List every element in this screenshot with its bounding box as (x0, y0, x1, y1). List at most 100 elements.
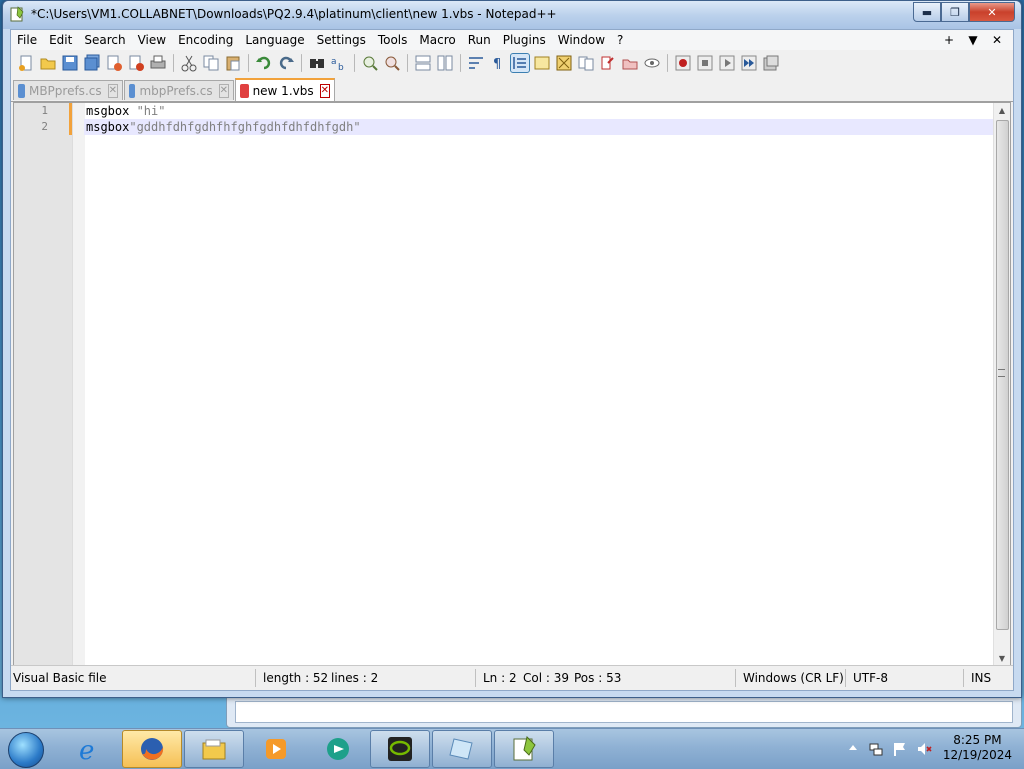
new-file-icon[interactable] (17, 54, 35, 72)
tab-close-icon[interactable]: ✕ (319, 83, 330, 98)
indent-guide-icon[interactable] (510, 53, 530, 73)
sync-horizontal-icon[interactable] (436, 54, 454, 72)
menu-encoding[interactable]: Encoding (172, 30, 239, 50)
show-hidden-icons-icon[interactable] (848, 743, 858, 753)
close-all-icon[interactable] (127, 54, 145, 72)
function-list-icon[interactable] (577, 54, 595, 72)
close-icon[interactable] (105, 54, 123, 72)
start-button[interactable] (4, 730, 48, 768)
cut-icon[interactable] (180, 54, 198, 72)
menu-macro[interactable]: Macro (413, 30, 461, 50)
tab-mbpprefs-cs-1[interactable]: MBPprefs.cs ✕ (13, 80, 123, 100)
run-macro-multiple-icon[interactable] (740, 54, 758, 72)
save-macro-icon[interactable] (762, 54, 780, 72)
find-icon[interactable] (308, 54, 326, 72)
menu-tools[interactable]: Tools (372, 30, 414, 50)
tab-close-icon[interactable]: ✕ (107, 83, 118, 98)
status-encoding[interactable]: UTF-8 (853, 666, 888, 690)
folder-workspace-icon[interactable] (599, 54, 617, 72)
doc-map-icon[interactable] (555, 54, 573, 72)
status-eol[interactable]: Windows (CR LF) (743, 666, 844, 690)
menu-language[interactable]: Language (239, 30, 310, 50)
redo-icon[interactable] (277, 54, 295, 72)
status-insert-mode[interactable]: INS (971, 666, 991, 690)
code-string: "hi" (129, 104, 166, 118)
open-file-icon[interactable] (39, 54, 57, 72)
close-window-button[interactable]: ✕ (969, 2, 1015, 22)
zoom-out-icon[interactable] (383, 54, 401, 72)
svg-text:b: b (338, 63, 344, 72)
menu-window[interactable]: Window (552, 30, 611, 50)
window-title: *C:\Users\VM1.COLLABNET\Downloads\PQ2.9.… (31, 7, 557, 21)
tab-close-icon[interactable]: ✕ (218, 83, 229, 98)
taskbar: e 8:25 PM 12/19/2024 (0, 728, 1024, 769)
taskbar-file-explorer[interactable] (184, 730, 244, 768)
taskbar-notepad[interactable] (432, 730, 492, 768)
copy-icon[interactable] (202, 54, 220, 72)
menu-view[interactable]: View (132, 30, 172, 50)
maximize-button[interactable]: ❐ (941, 2, 969, 22)
sync-vertical-icon[interactable] (414, 54, 432, 72)
word-wrap-icon[interactable] (467, 54, 485, 72)
menu-search[interactable]: Search (78, 30, 131, 50)
save-all-icon[interactable] (83, 54, 101, 72)
code-line-current[interactable]: 2 msgbox"gddhfdhfgdhfhfghfgdhfdhfdhfgdh" (14, 119, 994, 135)
record-macro-icon[interactable] (674, 54, 692, 72)
change-marker (69, 103, 72, 119)
toolbar-separator (248, 54, 249, 72)
fold-margin[interactable] (72, 103, 85, 667)
tab-new-1-vbs[interactable]: new 1.vbs ✕ (235, 78, 335, 101)
menu-edit[interactable]: Edit (43, 30, 78, 50)
paste-icon[interactable] (224, 54, 242, 72)
menu-help[interactable]: ? (611, 30, 629, 50)
menu-settings[interactable]: Settings (311, 30, 372, 50)
monitoring-icon[interactable] (621, 54, 639, 72)
code-line[interactable]: 1 msgbox "hi" (14, 103, 994, 119)
stop-record-icon[interactable] (696, 54, 714, 72)
taskbar-firefox[interactable] (122, 730, 182, 768)
action-center-flag-icon[interactable] (892, 741, 908, 757)
minimize-button[interactable]: ▬ (913, 2, 941, 22)
tab-list-button[interactable]: ▼ (961, 30, 985, 50)
vertical-scrollbar[interactable]: ▲ ▼ (993, 103, 1010, 667)
replace-icon[interactable]: ab (330, 54, 348, 72)
tab-mbpprefs-cs-2[interactable]: mbpPrefs.cs ✕ (124, 80, 234, 100)
clock[interactable]: 8:25 PM 12/19/2024 (943, 733, 1012, 763)
network-icon[interactable] (868, 741, 884, 757)
close-doc-button[interactable]: ✕ (985, 30, 1009, 50)
notepadpp-icon (513, 736, 536, 761)
save-icon[interactable] (61, 54, 79, 72)
menu-run[interactable]: Run (462, 30, 497, 50)
taskbar-chat-app[interactable] (308, 730, 368, 768)
notepadpp-app-icon (10, 6, 24, 22)
taskbar-nvidia[interactable] (370, 730, 430, 768)
title-bar[interactable]: *C:\Users\VM1.COLLABNET\Downloads\PQ2.9.… (3, 1, 1021, 29)
undo-icon[interactable] (255, 54, 273, 72)
editor-area[interactable]: 1 msgbox "hi" 2 msgbox"gddhfdhfgdhfhfghf… (13, 102, 1011, 668)
nvidia-icon (388, 737, 412, 761)
status-divider (255, 669, 256, 687)
scroll-up-icon[interactable]: ▲ (994, 103, 1010, 119)
status-length: length : 52 (263, 671, 329, 685)
taskbar-notepadpp[interactable] (494, 730, 554, 768)
status-file-type: Visual Basic file (13, 671, 107, 685)
user-lang-icon[interactable] (533, 54, 551, 72)
taskbar-internet-explorer[interactable]: e (60, 730, 120, 768)
clock-time: 8:25 PM (953, 733, 1002, 747)
taskbar-media-player[interactable] (246, 730, 306, 768)
volume-muted-icon[interactable] (916, 741, 932, 757)
zoom-in-icon[interactable] (361, 54, 379, 72)
svg-text:a: a (331, 57, 337, 67)
background-window[interactable] (226, 694, 1022, 728)
print-icon[interactable] (149, 54, 167, 72)
new-tab-button[interactable]: + (937, 30, 961, 50)
chat-app-icon (327, 738, 349, 760)
menu-plugins[interactable]: Plugins (497, 30, 552, 50)
eye-icon[interactable] (643, 54, 661, 72)
menu-file[interactable]: File (11, 30, 43, 50)
status-pos: Pos : 53 (574, 671, 622, 685)
file-explorer-icon (202, 739, 226, 760)
show-all-chars-icon[interactable]: ¶ (489, 54, 507, 72)
change-marker (69, 119, 72, 135)
playback-macro-icon[interactable] (718, 54, 736, 72)
